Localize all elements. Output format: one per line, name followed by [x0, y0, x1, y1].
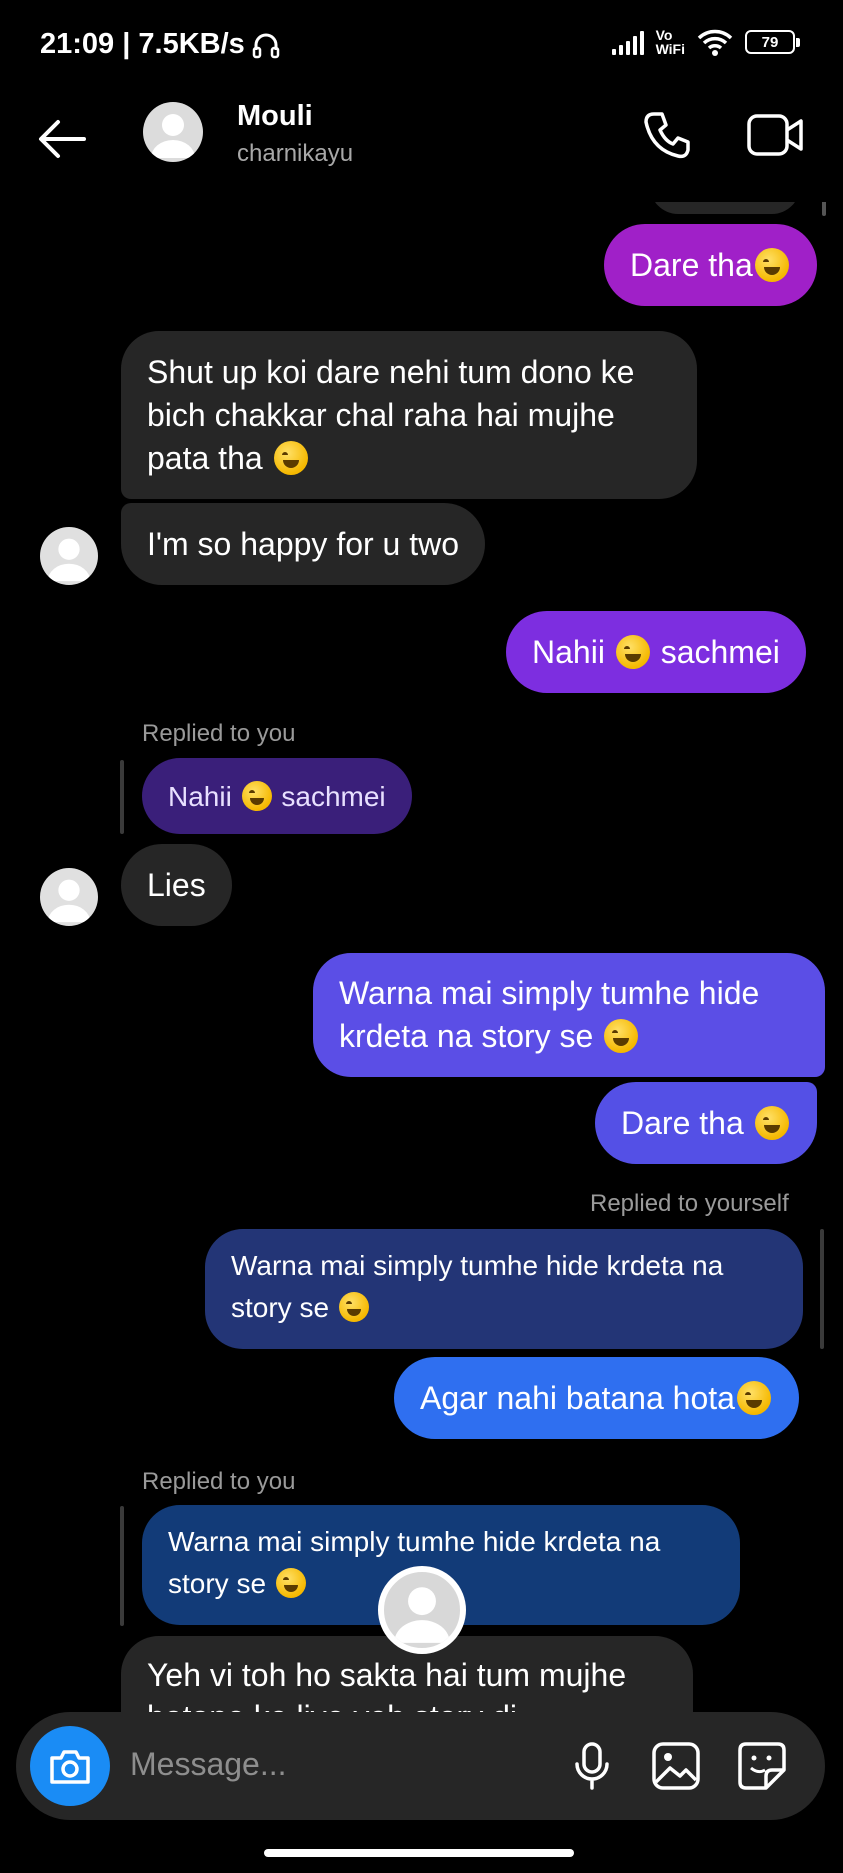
reply-label: Replied to you	[142, 1468, 296, 1495]
message-bubble-outgoing[interactable]: Nahii sachmei	[506, 611, 806, 693]
reply-label: Replied to yourself	[590, 1190, 789, 1217]
contact-name[interactable]: Mouli	[237, 100, 313, 133]
message-bubble-outgoing[interactable]: Agar nahi batana hota	[394, 1357, 799, 1439]
back-arrow-icon[interactable]	[34, 112, 88, 166]
quoted-message[interactable]: Nahii sachmei	[142, 758, 412, 834]
reply-label: Replied to you	[142, 720, 296, 747]
message-input[interactable]: Message...	[130, 1746, 287, 1783]
message-bubble-outgoing[interactable]: Dare tha	[604, 224, 817, 306]
laughing-tears-emoji-icon	[273, 441, 308, 475]
message-composer: Message...	[16, 1712, 825, 1820]
chat-header: Mouli charnikayu	[0, 92, 843, 202]
video-camera-icon[interactable]	[746, 110, 804, 160]
sweat-smile-emoji-icon	[754, 1106, 789, 1140]
rofl-emoji-icon	[241, 781, 272, 811]
contact-username[interactable]: charnikayu	[237, 140, 353, 168]
rofl-emoji-icon	[338, 1292, 369, 1322]
gallery-icon[interactable]	[650, 1740, 702, 1792]
microphone-icon[interactable]	[566, 1740, 618, 1792]
message-bubble-outgoing[interactable]: Warna mai simply tumhe hide krdeta na st…	[313, 953, 825, 1077]
avatar[interactable]	[40, 868, 98, 926]
home-indicator[interactable]	[264, 1849, 574, 1857]
camera-icon	[50, 1750, 90, 1784]
seen-avatar[interactable]	[378, 1566, 466, 1654]
rofl-emoji-icon	[615, 635, 650, 669]
reply-quote-bar	[820, 1229, 824, 1349]
reply-quote-bar	[120, 1506, 124, 1626]
rofl-emoji-icon	[275, 1568, 306, 1598]
message-bubble-outgoing[interactable]: Dare tha	[595, 1082, 817, 1164]
avatar[interactable]	[143, 102, 203, 162]
message-bubble-incoming[interactable]: Lies	[121, 844, 232, 926]
phone-icon[interactable]	[640, 108, 694, 162]
rofl-emoji-icon	[604, 1019, 639, 1053]
message-bubble-incoming[interactable]: I'm so happy for u two	[121, 503, 486, 585]
message-thread[interactable]: Dare tha Shut up koi dare nehi tum dono …	[0, 0, 843, 1712]
reply-quote-bar	[120, 760, 124, 834]
avatar[interactable]	[40, 527, 98, 585]
rofl-emoji-icon	[754, 248, 789, 282]
rofl-emoji-icon	[736, 1381, 771, 1415]
message-bubble-incoming[interactable]: Shut up koi dare nehi tum dono ke bich c…	[121, 331, 697, 499]
sticker-icon[interactable]	[736, 1740, 788, 1792]
camera-button[interactable]	[30, 1726, 110, 1806]
quoted-message[interactable]: Warna mai simply tumhe hide krdeta na st…	[205, 1229, 803, 1349]
